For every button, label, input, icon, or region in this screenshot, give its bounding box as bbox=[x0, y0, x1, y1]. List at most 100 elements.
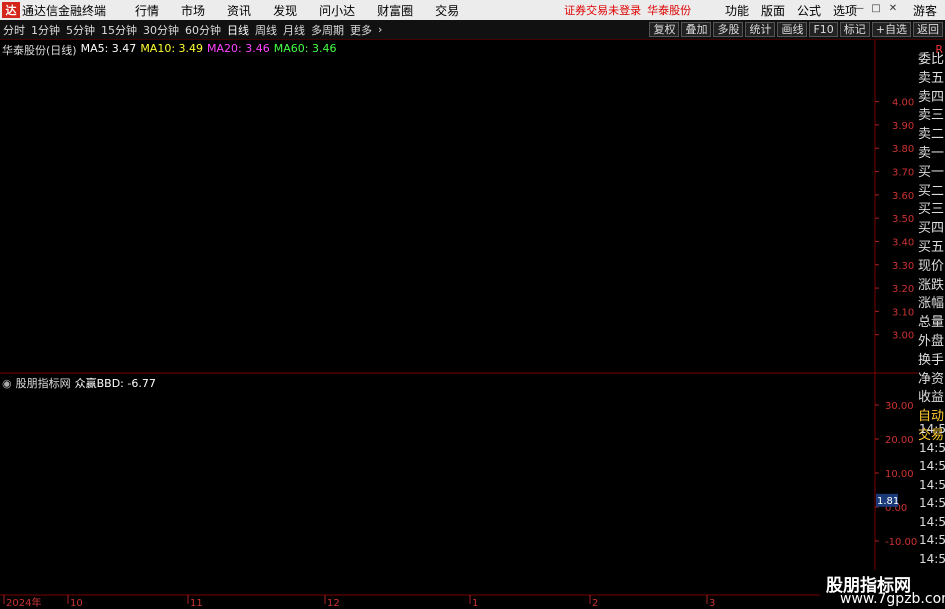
multi-stock-button[interactable]: 多股 bbox=[713, 22, 744, 37]
period-toolbar: 分时 1分钟 5分钟 15分钟 30分钟 60分钟 日线 周线 月线 多周期 更… bbox=[0, 20, 945, 40]
menu-item-quotes[interactable]: 行情 bbox=[124, 2, 170, 19]
period-more[interactable]: 更多 bbox=[347, 22, 375, 38]
menu-right-group: 功能 版面 公式 选项 bbox=[719, 0, 863, 20]
menu-function[interactable]: 功能 bbox=[719, 2, 755, 19]
period-15min[interactable]: 15分钟 bbox=[98, 22, 140, 38]
stock-title[interactable]: 华泰股份(日线) bbox=[2, 42, 77, 58]
menu-layout[interactable]: 版面 bbox=[755, 2, 791, 19]
trade-time-item: 14:56 bbox=[919, 551, 945, 566]
trade-login-warning[interactable]: 证券交易未登录 bbox=[564, 2, 641, 18]
price-tick-label: 3.40 bbox=[892, 237, 914, 248]
ma-legend: 华泰股份(日线) MA5: 3.47 MA10: 3.49 MA20: 3.46… bbox=[2, 42, 336, 58]
f10-button[interactable]: F10 bbox=[809, 22, 838, 37]
ma20-legend: MA20: 3.46 bbox=[207, 42, 270, 55]
indicator-name[interactable]: 股朋指标网 bbox=[16, 375, 71, 391]
side-panel-item[interactable]: 买二 bbox=[918, 180, 945, 200]
indicator-tick-label: 10.00 bbox=[885, 469, 914, 480]
menu-item-discover[interactable]: 发现 bbox=[262, 2, 308, 19]
side-panel-item[interactable]: 卖三 bbox=[918, 104, 945, 124]
side-panel-item[interactable]: 收益 bbox=[918, 386, 945, 406]
period-1min[interactable]: 1分钟 bbox=[28, 22, 63, 38]
ma10-legend: MA10: 3.49 bbox=[140, 42, 204, 55]
indicator-legend: ◉ 股朋指标网 众赢BBD: -6.77 bbox=[2, 375, 156, 391]
menu-item-ask[interactable]: 问小达 bbox=[308, 2, 366, 19]
add-watchlist-button[interactable]: +自选 bbox=[871, 22, 911, 37]
period-monthly[interactable]: 月线 bbox=[280, 22, 308, 38]
side-panel-item[interactable]: 买五 bbox=[918, 236, 945, 256]
indicator-formula-label: 众赢BBD: -6.77 bbox=[74, 377, 156, 390]
draw-line-button[interactable]: 画线 bbox=[777, 22, 808, 37]
side-panel-item[interactable]: 卖二 bbox=[918, 123, 945, 143]
statistics-button[interactable]: 统计 bbox=[745, 22, 776, 37]
period-30min[interactable]: 30分钟 bbox=[140, 22, 182, 38]
period-weekly[interactable]: 周线 bbox=[252, 22, 280, 38]
adjust-button[interactable]: 复权 bbox=[649, 22, 680, 37]
chevron-right-icon[interactable]: › bbox=[375, 23, 385, 36]
overlay-button[interactable]: 叠加 bbox=[681, 22, 712, 37]
menu-item-market[interactable]: 市场 bbox=[170, 2, 216, 19]
price-tick-label: 3.80 bbox=[892, 144, 914, 155]
side-panel-item[interactable]: 卖五 bbox=[918, 67, 945, 87]
period-intraday[interactable]: 分时 bbox=[0, 22, 28, 38]
guest-label[interactable]: 游客 bbox=[913, 2, 937, 19]
indicator-value-badge-text: 1.81 bbox=[877, 496, 899, 507]
ma60-legend: MA60: 3.46 bbox=[273, 42, 337, 55]
side-panel-item[interactable]: 总量 bbox=[918, 311, 945, 331]
side-panel-item[interactable]: 卖一 bbox=[918, 142, 945, 162]
indicator-tick-label: 20.00 bbox=[885, 435, 914, 446]
minimize-icon[interactable]: — bbox=[853, 2, 865, 14]
side-panel-item[interactable]: 涨幅 bbox=[918, 292, 945, 312]
price-tick-label: 3.00 bbox=[892, 331, 914, 342]
chart-background bbox=[0, 40, 918, 609]
ma5-legend: MA5: 3.47 bbox=[80, 42, 137, 55]
broker-name[interactable]: 华泰股份 bbox=[647, 2, 691, 18]
watermark-url: www.7gpzb.com bbox=[840, 591, 945, 607]
menu-formula[interactable]: 公式 bbox=[791, 2, 827, 19]
watermark: 股朋指标网 www.7gpzb.com bbox=[820, 570, 945, 609]
period-daily[interactable]: 日线 bbox=[224, 22, 252, 38]
side-panel-item[interactable]: 卖四 bbox=[918, 86, 945, 106]
app-logo-icon: 达 bbox=[2, 2, 20, 18]
side-panel-item[interactable]: 买一 bbox=[918, 161, 945, 181]
side-panel-item[interactable]: 委比 bbox=[918, 48, 945, 68]
indicator-tick-label: 30.00 bbox=[885, 401, 914, 412]
date-tick-label: 3 bbox=[709, 598, 715, 609]
date-tick-label: 2 bbox=[592, 598, 598, 609]
indicator-tick-label: -10.00 bbox=[885, 537, 917, 548]
app-title: 通达信金融终端 bbox=[22, 3, 107, 18]
price-tick-label: 3.50 bbox=[892, 214, 914, 225]
date-tick-label: 11 bbox=[190, 598, 203, 609]
price-tick-label: 4.00 bbox=[892, 98, 914, 109]
trading-terminal-window: 达 通达信金融终端 行情 市场 资讯 发现 问小达 财富圈 交易 证券交易未登录… bbox=[0, 0, 945, 609]
side-panel-item[interactable]: 现价 bbox=[918, 255, 945, 275]
side-panel-item[interactable]: 买三 bbox=[918, 198, 945, 218]
date-tick-label: 2024年 bbox=[6, 596, 41, 609]
trade-time-item: 14:56 bbox=[919, 496, 945, 510]
menu-item-wealth[interactable]: 财富圈 bbox=[366, 2, 424, 19]
price-tick-label: 3.10 bbox=[892, 307, 914, 318]
back-button[interactable]: 返回 bbox=[913, 22, 943, 37]
period-60min[interactable]: 60分钟 bbox=[182, 22, 224, 38]
menu-bar: 达 通达信金融终端 行情 市场 资讯 发现 问小达 财富圈 交易 证券交易未登录… bbox=[0, 0, 945, 20]
period-multi[interactable]: 多周期 bbox=[308, 22, 347, 38]
mark-button[interactable]: 标记 bbox=[839, 22, 870, 37]
price-tick-label: 3.70 bbox=[892, 168, 914, 179]
window-controls: — □ ✕ bbox=[853, 2, 899, 14]
side-panel-item[interactable]: 换手 bbox=[918, 349, 945, 369]
period-5min[interactable]: 5分钟 bbox=[63, 22, 98, 38]
kline-chart-area[interactable]: 4.152.94财预增 3.003.103.203.303.403.503.60… bbox=[0, 40, 918, 609]
price-tick-label: 3.90 bbox=[892, 121, 914, 132]
side-panel-item[interactable]: 净资 bbox=[918, 368, 945, 388]
price-tick-label: 3.20 bbox=[892, 284, 914, 295]
side-panel-item[interactable]: 涨跌 bbox=[918, 274, 945, 294]
side-panel-item[interactable]: 外盘 bbox=[918, 330, 945, 350]
trade-time-item: 14:55 bbox=[919, 440, 945, 455]
menu-item-trade[interactable]: 交易 bbox=[424, 2, 470, 19]
toolbar-right-buttons: 复权 叠加 多股 统计 画线 F10 标记 +自选 返回 bbox=[649, 22, 943, 37]
close-icon[interactable]: ✕ bbox=[887, 2, 899, 14]
menu-item-news[interactable]: 资讯 bbox=[216, 2, 262, 19]
indicator-collapse-icon[interactable]: ◉ bbox=[2, 377, 12, 390]
side-panel-item[interactable]: 买四 bbox=[918, 217, 945, 237]
trade-time-item: 14:56 bbox=[919, 533, 945, 547]
maximize-icon[interactable]: □ bbox=[870, 2, 882, 14]
